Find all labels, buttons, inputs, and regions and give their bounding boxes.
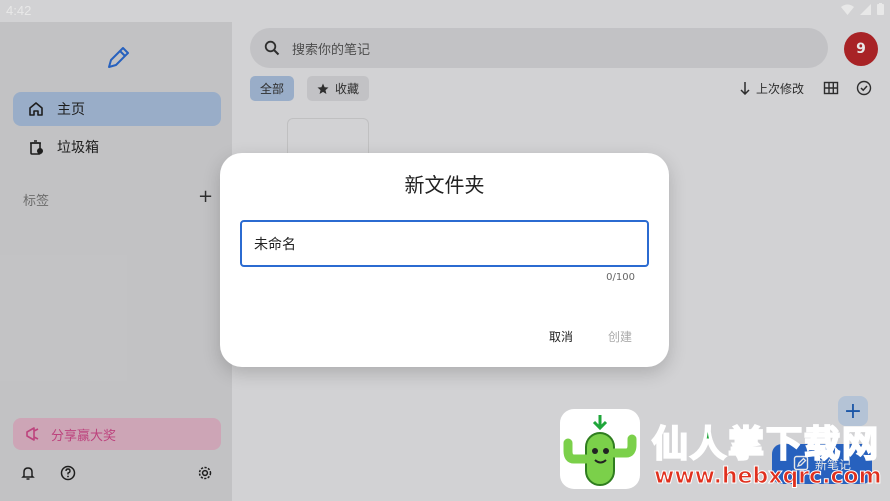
dialog-title: 新文件夹 <box>404 173 485 197</box>
folder-name-value: 未命名 <box>254 236 296 253</box>
watermark-url: www.hebxqrc.com <box>654 464 883 490</box>
watermark: 仙人掌下载网 www.hebxqrc.com <box>560 409 890 501</box>
character-counter: 0/100 <box>606 272 635 283</box>
create-button[interactable]: 创建 <box>608 328 632 345</box>
watermark-title: 仙人掌下载网 <box>651 423 881 466</box>
folder-name-input[interactable]: 未命名 <box>240 220 649 267</box>
cactus-logo-icon <box>560 409 640 489</box>
cancel-button[interactable]: 取消 <box>549 328 573 345</box>
new-folder-dialog: 新文件夹 未命名 0/100 取消 创建 <box>220 153 669 367</box>
